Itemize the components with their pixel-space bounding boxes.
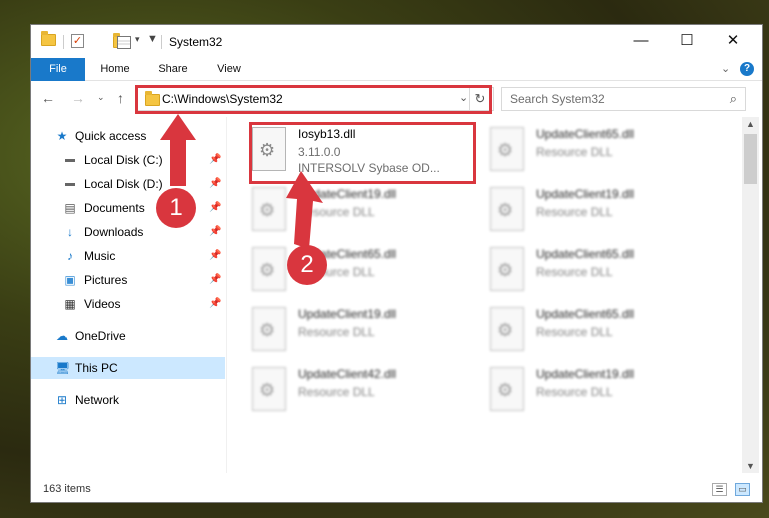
step-1-badge: 1 — [156, 188, 196, 228]
step-2-badge: 2 — [287, 245, 327, 285]
annotation-arrows — [160, 114, 323, 249]
arrow-2 — [286, 171, 323, 249]
arrow-1 — [160, 114, 196, 186]
